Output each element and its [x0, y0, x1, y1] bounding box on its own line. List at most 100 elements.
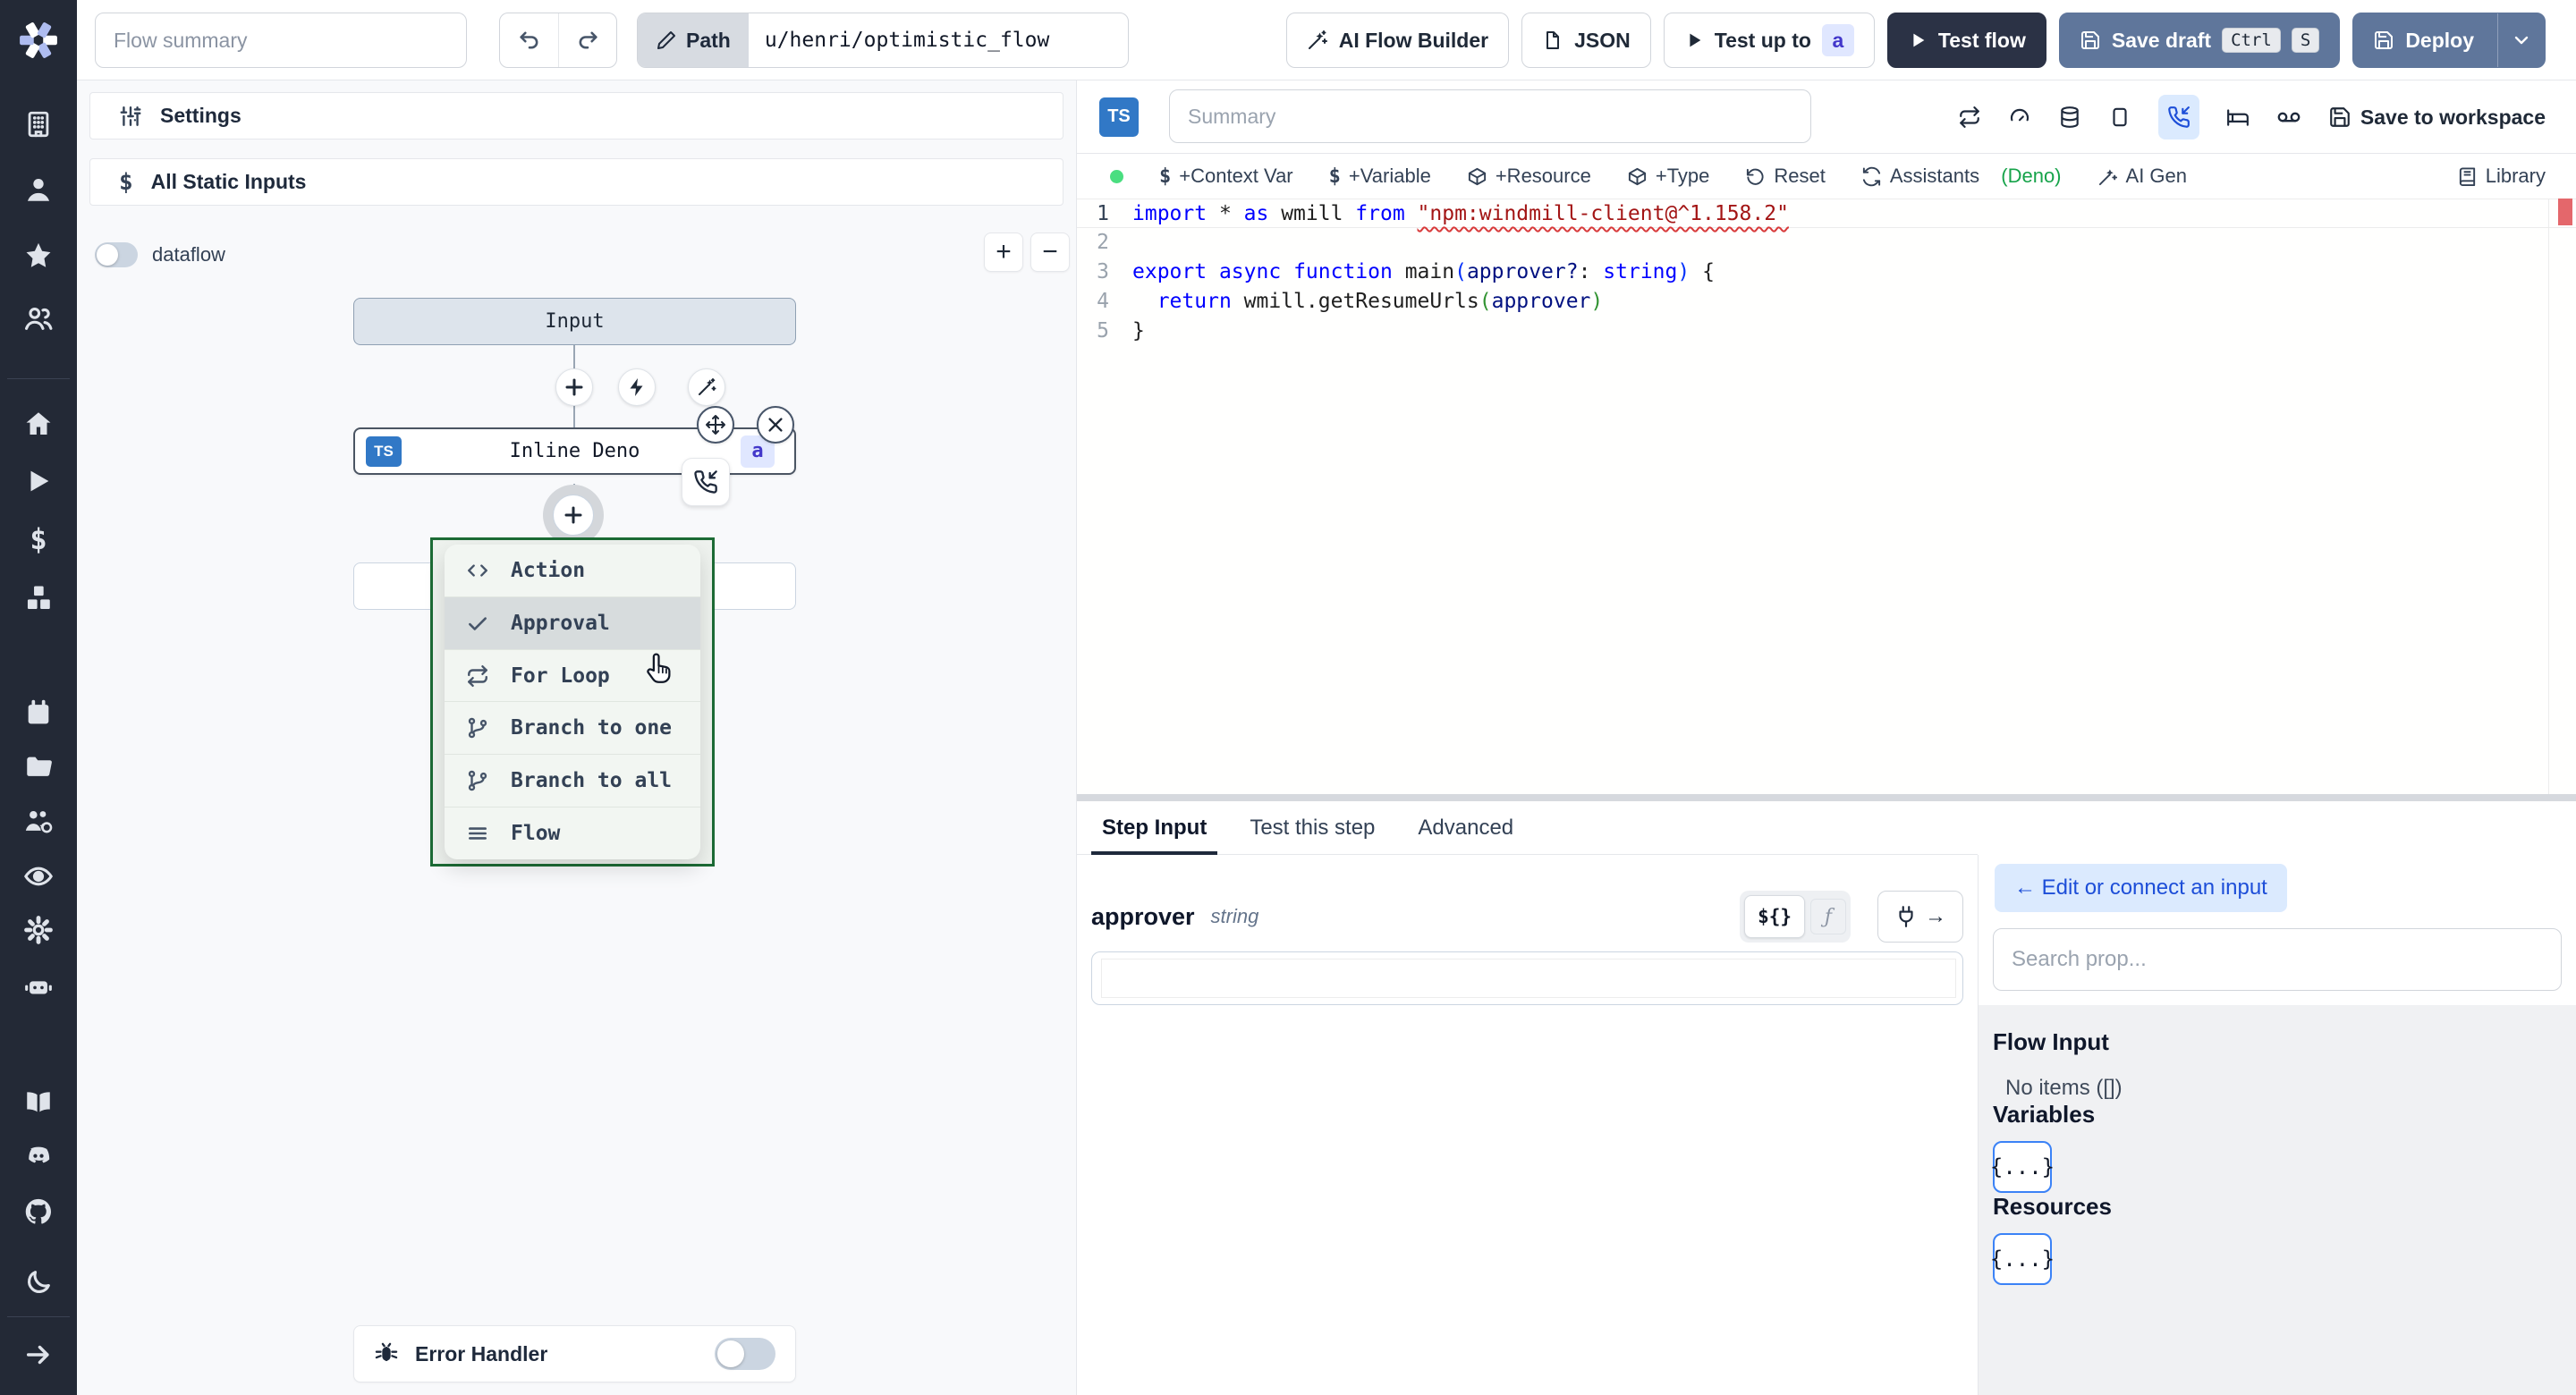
template-expression-toggle[interactable]: ${} — [1744, 895, 1805, 938]
home-icon[interactable] — [0, 409, 77, 439]
insert-below-plus-button[interactable] — [553, 495, 594, 536]
resources-cubes-icon[interactable] — [0, 583, 77, 613]
chevron-down-icon[interactable] — [2511, 30, 2532, 51]
runs-play-icon[interactable] — [0, 466, 77, 496]
path-label-segment: Path — [638, 13, 749, 67]
reset-button[interactable]: Reset — [1745, 165, 1826, 188]
ai-gen-button[interactable]: AI Gen — [2097, 165, 2187, 188]
step-input-pane: approver string ${} ƒ → — [1077, 855, 1978, 1395]
variables-object-chip[interactable]: {...} — [1990, 1141, 2055, 1193]
resources-object-chip[interactable]: {...} — [1990, 1233, 2055, 1285]
docs-book-icon[interactable] — [0, 1086, 77, 1117]
redo-button[interactable] — [558, 13, 616, 67]
windmill-logo[interactable] — [0, 20, 77, 61]
menu-item-action[interactable]: Action — [445, 545, 700, 597]
ai-suggest-wand-button[interactable] — [688, 368, 725, 406]
book-icon — [2459, 166, 2475, 186]
discord-icon[interactable] — [0, 1140, 77, 1171]
menu-item-approval[interactable]: Approval — [445, 596, 700, 650]
github-icon[interactable] — [0, 1196, 77, 1227]
menu-item-flow[interactable]: Flow — [445, 807, 700, 859]
assistants-button[interactable]: Assistants (Deno) — [1861, 165, 2062, 188]
suspend-approval-toggle[interactable] — [2157, 95, 2199, 140]
tab-advanced[interactable]: Advanced — [1407, 801, 1524, 854]
code-editor[interactable]: 1 import * as wmill from "npm:windmill-cl… — [1077, 199, 2576, 794]
zoom-in-button[interactable]: + — [984, 232, 1023, 272]
all-static-inputs-row[interactable]: $ All Static Inputs — [89, 158, 1063, 206]
insert-step-plus-button[interactable] — [555, 368, 593, 406]
schedules-calendar-icon[interactable] — [0, 698, 77, 729]
menu-lines-icon — [469, 827, 487, 840]
add-type-button[interactable]: +Type — [1627, 165, 1709, 188]
error-handler-toggle[interactable] — [715, 1338, 775, 1370]
package-icon — [1628, 167, 1646, 185]
save-draft-button[interactable]: Save draft Ctrl S — [2058, 13, 2341, 68]
step-tabs: Step Input Test this step Advanced — [1077, 801, 1978, 855]
test-flow-button[interactable]: Test flow — [1886, 13, 2046, 68]
menu-item-branch-to-all[interactable]: Branch to all — [445, 755, 700, 808]
concurrency-gauge-icon[interactable] — [2008, 106, 2031, 129]
code-line[interactable]: 3 export async function main(approver?: s… — [1077, 258, 2576, 287]
folders-icon[interactable] — [0, 752, 77, 782]
move-node-button[interactable] — [697, 406, 734, 444]
save-icon — [2330, 107, 2350, 127]
tab-test-this-step[interactable]: Test this step — [1239, 801, 1385, 854]
trigger-bolt-button[interactable] — [618, 368, 656, 406]
search-prop-input[interactable] — [1993, 928, 2562, 991]
sleep-bed-icon[interactable] — [2226, 106, 2250, 129]
delete-node-button[interactable] — [757, 406, 794, 444]
cache-database-icon[interactable] — [2058, 106, 2081, 129]
path-control[interactable]: Path u/henri/optimistic_flow — [637, 13, 1129, 68]
test-up-to-step-badge: a — [1821, 24, 1854, 56]
json-button[interactable]: JSON — [1521, 13, 1651, 68]
voicemail-icon[interactable] — [2276, 105, 2301, 130]
dark-mode-moon-icon[interactable] — [0, 1267, 77, 1298]
step-summary-input[interactable] — [1169, 89, 1811, 143]
favorites-star-icon[interactable] — [0, 241, 77, 271]
variables-dollar-icon[interactable]: $ — [0, 522, 77, 556]
sliders-icon — [120, 106, 141, 126]
save-icon — [2080, 31, 2099, 49]
settings-gear-icon[interactable] — [0, 915, 77, 945]
save-to-workspace-button[interactable]: Save to workspace — [2328, 106, 2546, 130]
code-line[interactable]: 1 import * as wmill from "npm:windmill-cl… — [1077, 199, 2576, 228]
ai-flow-builder-button[interactable]: AI Flow Builder — [1285, 13, 1510, 68]
check-icon — [469, 617, 487, 630]
expand-sidebar-arrow-icon[interactable] — [0, 1340, 77, 1370]
add-context-var-button[interactable]: $ +Context Var — [1159, 165, 1293, 188]
edit-or-connect-button[interactable]: ← Edit or connect an input — [1995, 864, 2287, 912]
suspend-phone-badge[interactable] — [682, 458, 730, 506]
audit-eye-icon[interactable] — [0, 861, 77, 892]
step-header-band: TS Save to workspace — [1077, 80, 2576, 154]
library-button[interactable]: Library — [2457, 165, 2546, 188]
play-icon — [1690, 33, 1701, 47]
workspace-icon[interactable] — [0, 109, 77, 140]
code-line[interactable]: 5} — [1077, 317, 2576, 346]
workers-icon[interactable] — [0, 807, 77, 837]
error-handler-card[interactable]: Error Handler — [353, 1325, 796, 1382]
add-variable-button[interactable]: $ +Variable — [1329, 165, 1431, 188]
function-toggle[interactable]: ƒ — [1810, 899, 1846, 934]
menu-item-branch-to-one[interactable]: Branch to one — [445, 702, 700, 756]
zoom-out-button[interactable]: − — [1030, 232, 1070, 272]
deploy-button[interactable]: Deploy — [2352, 13, 2546, 68]
flow-settings-row[interactable]: Settings — [89, 92, 1063, 140]
add-resource-button[interactable]: +Resource — [1467, 165, 1591, 188]
input-node[interactable]: Input — [353, 298, 796, 345]
connect-input-button[interactable]: → — [1877, 891, 1963, 943]
panel-resize-divider[interactable] — [1077, 794, 2576, 801]
undo-button[interactable] — [500, 13, 558, 67]
flow-summary-input[interactable] — [95, 13, 467, 68]
mock-square-icon[interactable] — [2108, 106, 2131, 129]
dataflow-toggle[interactable] — [95, 242, 138, 267]
kbd-s: S — [2291, 28, 2320, 53]
tab-step-input[interactable]: Step Input — [1091, 801, 1218, 855]
user-icon[interactable] — [0, 174, 77, 205]
code-line[interactable]: 4 return wmill.getResumeUrls(approver) — [1077, 287, 2576, 317]
retry-repeat-icon[interactable] — [1958, 106, 1981, 129]
groups-icon[interactable] — [0, 303, 77, 334]
test-up-to-button[interactable]: Test up to a — [1663, 13, 1875, 68]
code-line[interactable]: 2 — [1077, 228, 2576, 258]
ai-robot-icon[interactable] — [0, 971, 77, 1002]
approver-value-input[interactable] — [1091, 951, 1963, 1005]
